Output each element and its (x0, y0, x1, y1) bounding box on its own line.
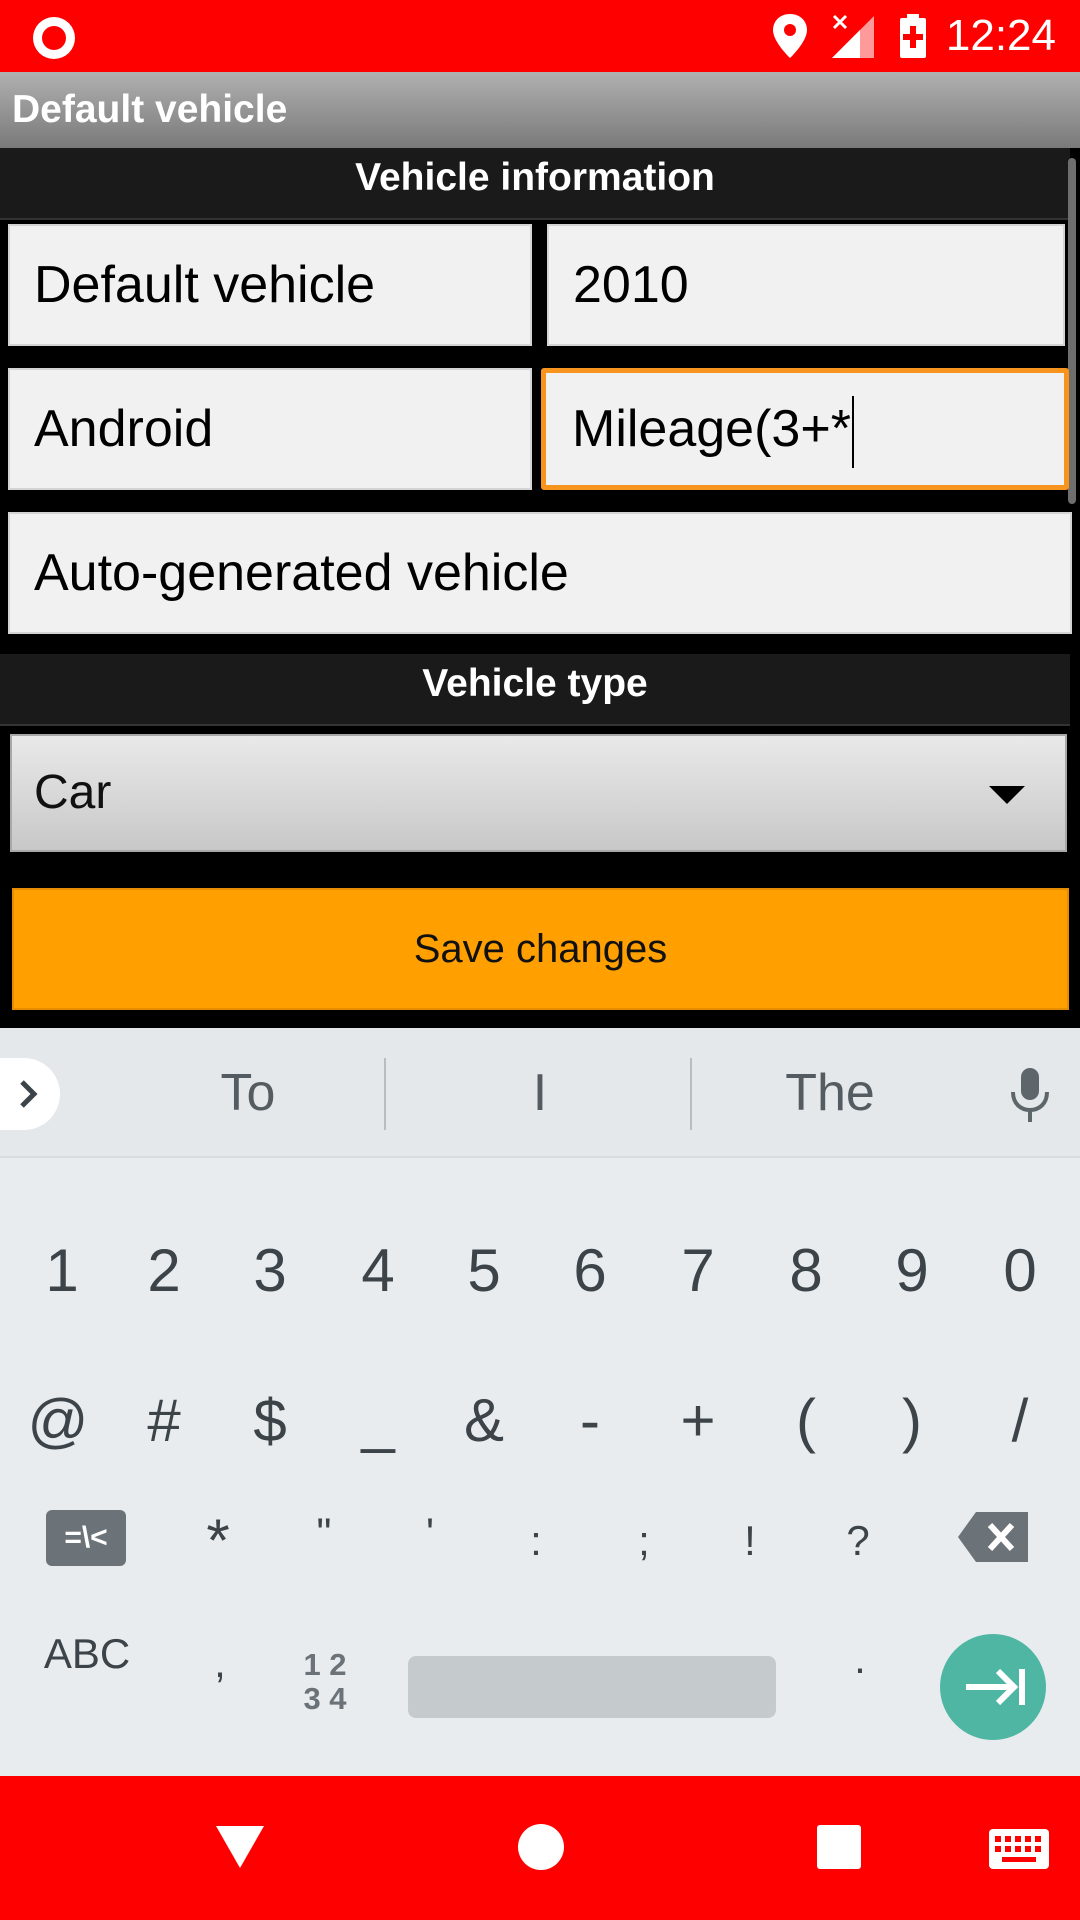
vehicle-type-header: Vehicle type (0, 654, 1070, 726)
key-2[interactable]: 2 (114, 1206, 214, 1336)
vehicle-type-dropdown[interactable]: Car (10, 734, 1067, 852)
signal-icon (832, 14, 874, 58)
key-8[interactable]: 8 (756, 1206, 856, 1336)
back-icon[interactable] (214, 1822, 266, 1870)
clock: 12:24 (945, 11, 1056, 60)
vehicle-make-field[interactable]: Android (8, 368, 532, 490)
dropdown-arrow-icon (989, 786, 1025, 804)
backspace-icon[interactable] (956, 1510, 1030, 1564)
more-symbols-key[interactable]: =\< (46, 1510, 126, 1566)
key-underscore[interactable]: _ (328, 1356, 428, 1486)
key-minus[interactable]: - (540, 1356, 640, 1486)
key-exclamation[interactable]: ! (700, 1476, 800, 1606)
key-6[interactable]: 6 (540, 1206, 640, 1336)
space-key[interactable] (408, 1656, 776, 1718)
vehicle-model-field[interactable]: Mileage(3+* (541, 368, 1069, 490)
keyboard: To I The 1 2 3 4 5 6 7 8 9 0 @ # $ _ & -… (0, 1028, 1080, 1776)
numpad-key[interactable]: 1 2 3 4 (285, 1648, 365, 1718)
key-7[interactable]: 7 (648, 1206, 748, 1336)
chevron-right-icon (20, 1080, 38, 1108)
key-period[interactable]: . (810, 1594, 910, 1724)
key-3[interactable]: 3 (220, 1206, 320, 1336)
vehicle-form: Vehicle information Default vehicle 2010… (0, 148, 1080, 1028)
suggestion-strip: To I The (0, 1028, 1080, 1158)
key-at[interactable]: @ (8, 1356, 108, 1486)
vehicle-type-selected: Car (34, 766, 112, 819)
record-icon (33, 17, 75, 59)
vehicle-description-field[interactable]: Auto-generated vehicle (8, 512, 1072, 634)
key-1[interactable]: 1 (12, 1206, 112, 1336)
numpad-key-bottom: 3 4 (303, 1681, 347, 1716)
numpad-key-top: 1 2 (303, 1647, 347, 1682)
suggestion-3[interactable]: The (680, 1028, 980, 1158)
home-icon[interactable] (516, 1822, 566, 1872)
vehicle-year-field[interactable]: 2010 (547, 224, 1065, 346)
microphone-icon[interactable] (1008, 1066, 1052, 1124)
next-field-button[interactable] (940, 1634, 1046, 1740)
suggestion-divider (384, 1058, 386, 1130)
key-question[interactable]: ? (808, 1476, 908, 1606)
suggestion-1[interactable]: To (98, 1028, 398, 1158)
abc-key[interactable]: ABC (22, 1594, 152, 1714)
save-changes-button[interactable]: Save changes (12, 888, 1069, 1010)
status-bar: 12:24 (0, 0, 1080, 72)
key-semicolon[interactable]: ; (594, 1476, 694, 1606)
key-5[interactable]: 5 (434, 1206, 534, 1336)
battery-charging-icon (900, 14, 926, 58)
key-asterisk[interactable]: * (168, 1476, 268, 1606)
expand-toolbar-button[interactable] (0, 1058, 60, 1130)
key-ampersand[interactable]: & (434, 1356, 534, 1486)
key-close-paren[interactable]: ) (862, 1356, 962, 1486)
keyboard-icon[interactable] (988, 1828, 1050, 1870)
recents-icon[interactable] (816, 1824, 862, 1870)
location-icon (773, 14, 807, 58)
text-cursor (851, 396, 854, 469)
key-double-quote[interactable]: " (274, 1468, 374, 1598)
key-hash[interactable]: # (114, 1356, 214, 1486)
key-0[interactable]: 0 (970, 1206, 1070, 1336)
key-comma[interactable]: , (170, 1598, 270, 1728)
key-plus[interactable]: + (648, 1356, 748, 1486)
vehicle-information-header: Vehicle information (0, 148, 1070, 220)
app-title: Default vehicle (0, 72, 1080, 148)
key-4[interactable]: 4 (328, 1206, 428, 1336)
vehicle-name-field[interactable]: Default vehicle (8, 224, 532, 346)
key-colon[interactable]: : (486, 1476, 586, 1606)
navigation-bar (0, 1776, 1080, 1920)
scrollbar[interactable] (1068, 158, 1076, 504)
tab-next-icon (966, 1668, 1025, 1706)
suggestion-2[interactable]: I (390, 1028, 690, 1158)
key-slash[interactable]: / (970, 1356, 1070, 1486)
key-open-paren[interactable]: ( (756, 1356, 856, 1486)
vehicle-model-value: Mileage(3+* (572, 400, 851, 458)
key-dollar[interactable]: $ (220, 1356, 320, 1486)
key-single-quote[interactable]: ' (380, 1468, 480, 1598)
key-9[interactable]: 9 (862, 1206, 962, 1336)
